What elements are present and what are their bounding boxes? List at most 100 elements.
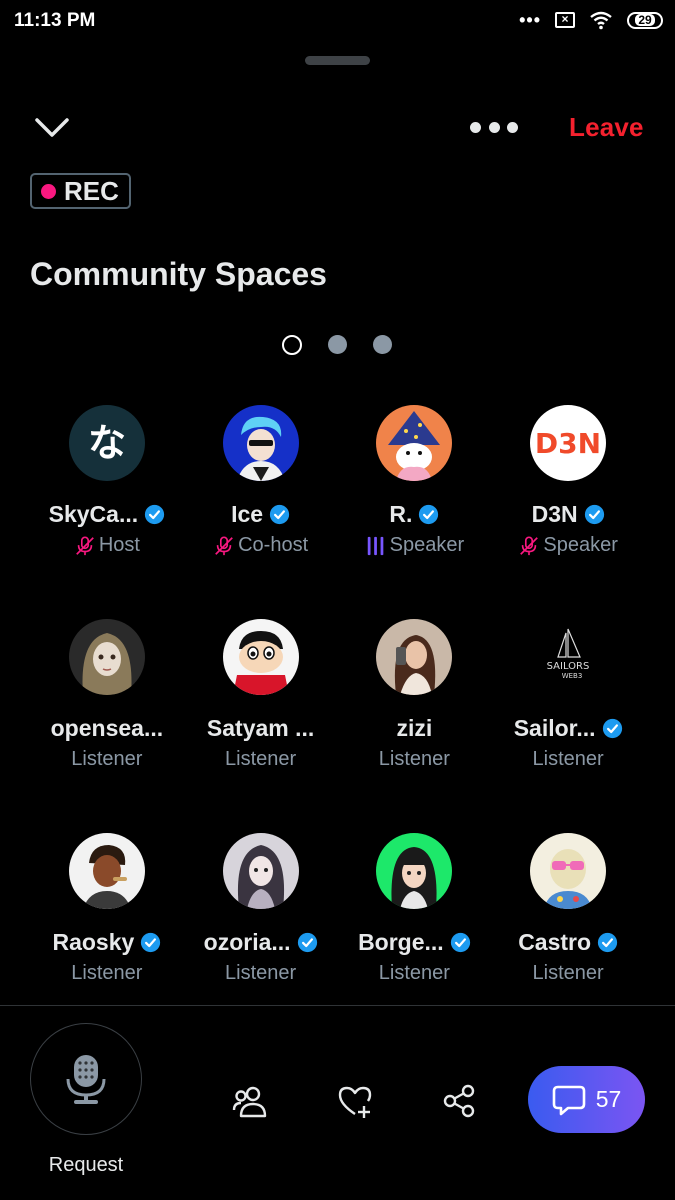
more-options-button[interactable]	[470, 113, 518, 141]
avatar-glyph: D3N	[535, 427, 601, 460]
avatar: SAILORS WEB3	[530, 619, 607, 695]
participant-role: Listener	[71, 962, 143, 984]
sim-off-icon: ×	[555, 12, 575, 28]
participant-name: R.	[389, 501, 413, 527]
participant-name: zizi	[396, 715, 433, 741]
recording-dot-icon	[41, 183, 56, 199]
speaking-bars-icon	[367, 536, 383, 555]
participant[interactable]: SAILORS WEB3 Sailor... Listener	[491, 617, 645, 831]
participant-role: Listener	[378, 962, 450, 984]
avatar	[222, 833, 299, 909]
participant-name: Raosky	[52, 929, 135, 955]
space-title: Community Spaces	[30, 256, 327, 292]
participant-name: ozoria...	[203, 929, 291, 955]
more-horizontal-icon	[470, 121, 481, 133]
status-bar: 11:13 PM ••• × 29	[0, 0, 675, 44]
participant[interactable]: Borge... Listener	[338, 831, 492, 1045]
participant-name: Sailor...	[513, 715, 596, 741]
participant-name: Ice	[231, 501, 264, 527]
battery-icon: 29	[627, 11, 663, 29]
share-icon	[443, 1084, 475, 1118]
recording-badge: REC	[30, 173, 131, 209]
participant[interactable]: な SkyCa... Host	[30, 403, 184, 617]
avatar	[68, 833, 145, 909]
chat-count: 57	[595, 1086, 622, 1112]
avatar	[376, 405, 453, 481]
verified-badge-icon	[602, 718, 622, 739]
participant-role: Speaker	[543, 534, 618, 556]
verified-badge-icon	[450, 932, 470, 953]
verified-badge-icon	[141, 932, 161, 953]
participant[interactable]: opensea... Listener	[30, 617, 184, 831]
participant-role: Listener	[378, 748, 450, 770]
participant[interactable]: D3N D3N Speaker	[491, 403, 645, 617]
avatar-glyph: な	[88, 421, 126, 465]
participant-name: Castro	[518, 929, 592, 955]
mic-off-icon	[215, 535, 233, 555]
avatar	[222, 619, 299, 695]
participant[interactable]: Ice Co-host	[184, 403, 338, 617]
leave-button[interactable]: Leave	[569, 112, 644, 143]
chat-bubble-icon	[552, 1085, 586, 1115]
more-horizontal-icon	[507, 121, 518, 133]
participant-name: Borge...	[358, 929, 444, 955]
participant[interactable]: ozoria... Listener	[184, 831, 338, 1045]
participant-role: Listener	[532, 748, 604, 770]
verified-badge-icon	[269, 504, 290, 525]
participant[interactable]: zizi Listener	[338, 617, 492, 831]
verified-badge-icon	[419, 504, 439, 525]
participant[interactable]: Castro Listener	[491, 831, 645, 1045]
participant-name: SkyCa...	[48, 501, 139, 527]
avatar: D3N	[530, 405, 607, 481]
heart-plus-icon	[338, 1086, 372, 1118]
page-dot-active[interactable]	[282, 335, 302, 355]
request-mic-button[interactable]	[30, 1023, 142, 1135]
request-label: Request	[48, 1154, 124, 1176]
participant-role: Host	[98, 534, 140, 556]
participant-role: Listener	[225, 748, 297, 770]
recording-label: REC	[64, 175, 119, 206]
verified-badge-icon	[145, 504, 165, 525]
participant-role: Listener	[225, 962, 297, 984]
participant[interactable]: R. Speaker	[338, 403, 492, 617]
avatar	[222, 405, 299, 481]
avatar-glyph: WEB3	[562, 672, 583, 680]
participant-name: D3N	[531, 501, 578, 527]
participant-role: Co-host	[238, 534, 309, 556]
avatar	[376, 619, 453, 695]
verified-badge-icon	[297, 932, 317, 953]
participant-role: Listener	[71, 748, 143, 770]
participant-name: Satyam ...	[206, 715, 315, 741]
avatar	[376, 833, 453, 909]
battery-level: 29	[635, 14, 655, 26]
mic-off-icon	[75, 535, 94, 555]
participant[interactable]: Satyam ... Listener	[184, 617, 338, 831]
participant-role: Speaker	[389, 534, 465, 556]
avatar-glyph: SAILORS	[547, 661, 590, 672]
people-button[interactable]	[231, 1082, 269, 1120]
avatar	[68, 619, 145, 695]
people-icon	[232, 1086, 267, 1118]
react-button[interactable]	[336, 1082, 374, 1120]
more-horizontal-icon	[488, 121, 500, 133]
status-time: 11:13 PM	[14, 10, 96, 31]
verified-badge-icon	[597, 932, 618, 953]
sheet-grabber-handle[interactable]	[305, 56, 370, 65]
microphone-icon	[66, 1055, 106, 1104]
page-dot[interactable]	[373, 335, 392, 354]
chevron-down-icon	[35, 118, 69, 137]
avatar	[530, 833, 607, 909]
share-button[interactable]	[441, 1082, 479, 1120]
status-icons: ••• × 29	[519, 10, 663, 30]
verified-badge-icon	[584, 504, 604, 525]
participant-name: opensea...	[50, 715, 164, 741]
page-dot[interactable]	[328, 335, 347, 354]
footer-divider	[0, 1005, 675, 1006]
collapse-button[interactable]	[30, 110, 76, 146]
participant-role: Listener	[532, 962, 604, 984]
page-indicator	[282, 335, 392, 355]
participant-grid: な SkyCa... Host Ice Co-host R. Speaker D…	[30, 403, 645, 1045]
chat-button[interactable]: 57	[528, 1066, 645, 1133]
participant[interactable]: Raosky Listener	[30, 831, 184, 1045]
mic-off-icon	[520, 535, 539, 555]
